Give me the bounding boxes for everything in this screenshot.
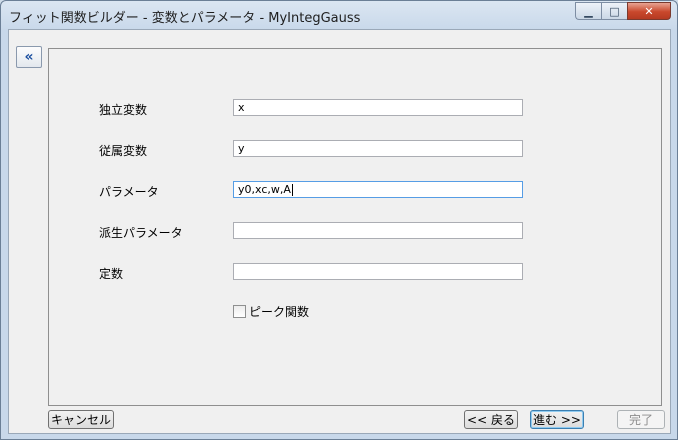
- dependent-variable-label: 従属変数: [99, 144, 148, 158]
- parameters-label: パラメータ: [99, 185, 159, 199]
- dependent-variable-input[interactable]: y: [233, 140, 523, 157]
- close-button[interactable]: ✕: [627, 2, 671, 20]
- next-button[interactable]: 進む >>: [530, 410, 584, 429]
- independent-variable-label: 独立変数: [99, 103, 148, 117]
- text-caret: [291, 184, 293, 196]
- peak-function-label: ピーク関数: [249, 305, 310, 319]
- peak-function-checkbox[interactable]: [233, 305, 246, 318]
- maximize-button[interactable]: □: [601, 2, 627, 20]
- double-chevron-left-icon: «: [24, 49, 34, 65]
- minimize-icon: ▁: [584, 4, 593, 18]
- maximize-icon: □: [609, 4, 620, 18]
- parameters-input[interactable]: y0,xc,w,A: [233, 181, 523, 198]
- back-button[interactable]: << 戻る: [464, 410, 518, 429]
- derived-parameters-input[interactable]: [233, 222, 523, 239]
- constants-label: 定数: [99, 267, 124, 281]
- caption-buttons: ▁ □ ✕: [575, 2, 671, 20]
- constants-input[interactable]: [233, 263, 523, 280]
- finish-button[interactable]: 完了: [617, 410, 665, 429]
- dialog-window: フィット関数ビルダー - 変数とパラメータ - MyIntegGauss ▁ □…: [0, 0, 678, 440]
- close-icon: ✕: [644, 4, 654, 18]
- peak-function-option[interactable]: ピーク関数: [233, 303, 309, 320]
- derived-parameters-label: 派生パラメータ: [99, 226, 183, 240]
- window-title: フィット関数ビルダー - 変数とパラメータ - MyIntegGauss: [9, 11, 361, 26]
- collapse-panel-button[interactable]: «: [16, 46, 42, 68]
- dialog-client-area: « 独立変数 x 従属変数 y パラメータ y0,xc,w,A 派生パラメータ …: [8, 29, 671, 434]
- independent-variable-input[interactable]: x: [233, 99, 523, 116]
- variables-parameters-panel: 独立変数 x 従属変数 y パラメータ y0,xc,w,A 派生パラメータ 定数…: [48, 48, 662, 406]
- parameters-input-text: y0,xc,w,A: [238, 183, 291, 196]
- title-bar[interactable]: フィット関数ビルダー - 変数とパラメータ - MyIntegGauss ▁ □…: [1, 1, 677, 29]
- minimize-button[interactable]: ▁: [575, 2, 601, 20]
- cancel-button[interactable]: キャンセル: [48, 410, 114, 429]
